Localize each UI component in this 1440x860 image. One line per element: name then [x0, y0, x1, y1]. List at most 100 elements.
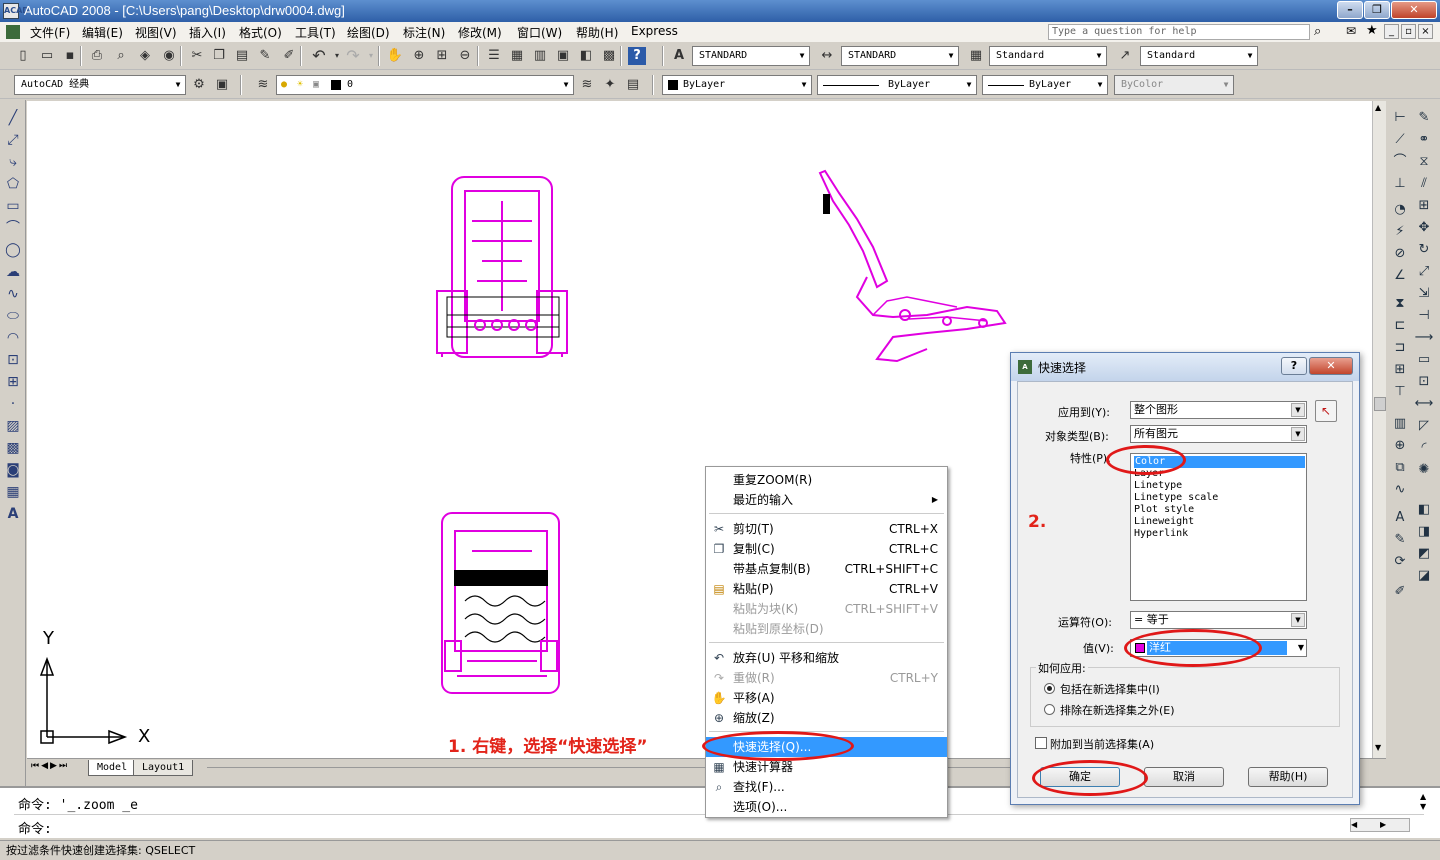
zoom-realtime-icon[interactable]: ⊕	[410, 47, 428, 65]
diameter-icon[interactable]: ⊘	[1390, 244, 1410, 264]
dimension-update-icon[interactable]: ⟳	[1390, 552, 1410, 572]
help-search-input[interactable]: Type a question for help	[1048, 24, 1310, 40]
workspace-settings-icon[interactable]: ⚙	[190, 76, 208, 94]
scale-icon[interactable]: ⤢	[1414, 262, 1434, 282]
doc-minimize-button[interactable]: _	[1384, 24, 1399, 39]
stretch-icon[interactable]: ⇲	[1414, 284, 1434, 304]
document-icon[interactable]	[6, 25, 20, 39]
list-item[interactable]: Plot style	[1134, 504, 1194, 516]
arc-icon[interactable]: ⌒	[3, 218, 23, 238]
command-hscroll[interactable]: ◀ ▶	[1350, 818, 1410, 832]
aligned-dimension-icon[interactable]: ⟋	[1390, 130, 1410, 150]
menu-item-undo[interactable]: ↶ 放弃(U) 平移和缩放	[706, 648, 947, 668]
dimension-break-icon[interactable]: ⊤	[1390, 382, 1410, 402]
jogged-linear-icon[interactable]: ∿	[1390, 480, 1410, 500]
list-item[interactable]: Linetype scale	[1134, 492, 1218, 504]
region-icon[interactable]: ◙	[3, 460, 23, 480]
properties-icon[interactable]: ☰	[485, 47, 503, 65]
cut-icon[interactable]: ✂	[188, 47, 206, 65]
menu-insert[interactable]: 插入(I)	[189, 24, 226, 41]
plotstyle-select[interactable]: ByColor ▼	[1114, 75, 1234, 95]
search-icon[interactable]: ⌕	[1314, 24, 1321, 39]
make-block-icon[interactable]: ⊞	[3, 372, 23, 392]
3d-dwf-icon[interactable]: ◉	[160, 47, 178, 65]
dim-style-select[interactable]: STANDARD ▼	[841, 46, 959, 66]
text-style-select[interactable]: STANDARD ▼	[692, 46, 810, 66]
object-type-select[interactable]: 所有图元 ▼	[1130, 425, 1307, 443]
mtext-icon[interactable]: A	[3, 504, 23, 524]
redo-icon[interactable]: ↷	[344, 47, 362, 65]
plot-icon[interactable]: ⎙	[88, 47, 106, 65]
line-icon[interactable]: ╱	[3, 108, 23, 128]
pan-realtime-icon[interactable]: ✋	[386, 47, 404, 65]
menu-item-quickcalc[interactable]: ▦ 快速计算器	[706, 757, 947, 777]
draworder-above-icon[interactable]: ◩	[1414, 544, 1434, 564]
menu-item-redo[interactable]: ↷ 重做(R) CTRL+Y	[706, 668, 947, 688]
rotate-icon[interactable]: ↻	[1414, 240, 1434, 260]
layer-select[interactable]: ● ☀ ▣ 0 ▼	[276, 75, 574, 95]
offset-icon[interactable]: ⫽	[1414, 174, 1434, 194]
menu-tools[interactable]: 工具(T)	[295, 24, 336, 41]
menu-express[interactable]: Express	[631, 24, 678, 38]
center-mark-icon[interactable]: ⊕	[1390, 436, 1410, 456]
block-editor-icon[interactable]: ✐	[280, 47, 298, 65]
polygon-icon[interactable]: ⬠	[3, 174, 23, 194]
menu-window[interactable]: 窗口(W)	[517, 24, 562, 41]
list-item[interactable]: Hyperlink	[1134, 528, 1188, 540]
menu-edit[interactable]: 编辑(E)	[82, 24, 123, 41]
tab-navigation-icon[interactable]: ⏮◀▶⏭	[31, 761, 69, 771]
menu-item-copy-base[interactable]: 带基点复制(B) CTRL+SHIFT+C	[706, 559, 947, 579]
menu-item-repeat-zoom[interactable]: 重复ZOOM(R)	[706, 470, 947, 490]
polyline-icon[interactable]: ⤷	[3, 152, 23, 172]
continue-icon[interactable]: ⊐	[1390, 338, 1410, 358]
apply-to-select[interactable]: 整个图形 ▼	[1130, 401, 1307, 419]
rectangle-icon[interactable]: ▭	[3, 196, 23, 216]
lineweight-select[interactable]: ByLayer ▼	[982, 75, 1108, 95]
menu-item-pan[interactable]: ✋ 平移(A)	[706, 688, 947, 708]
doc-close-button[interactable]: ×	[1418, 24, 1433, 39]
move-icon[interactable]: ✥	[1414, 218, 1434, 238]
chamfer-icon[interactable]: ◸	[1414, 416, 1434, 436]
plot-preview-icon[interactable]: ⌕	[112, 47, 130, 65]
menu-item-find[interactable]: ⌕ 查找(F)...	[706, 777, 947, 797]
dialog-help-button[interactable]: ?	[1281, 357, 1307, 375]
ordinate-icon[interactable]: ⊥	[1390, 174, 1410, 194]
cancel-button[interactable]: 取消	[1144, 767, 1224, 787]
table-icon[interactable]: ▦	[3, 482, 23, 502]
trim-icon[interactable]: ⊣	[1414, 306, 1434, 326]
design-center-icon[interactable]: ▦	[508, 47, 526, 65]
angular-icon[interactable]: ∠	[1390, 266, 1410, 286]
workspace-save-icon[interactable]: ▣	[213, 76, 231, 94]
circle-icon[interactable]: ◯	[3, 240, 23, 260]
close-button[interactable]: ✕	[1391, 1, 1437, 19]
menu-draw[interactable]: 绘图(D)	[347, 24, 390, 41]
mleader-style-select[interactable]: Standard ▼	[1140, 46, 1258, 66]
menu-help[interactable]: 帮助(H)	[576, 24, 618, 41]
dialog-help-text-button[interactable]: 帮助(H)	[1248, 767, 1328, 787]
linetype-select[interactable]: ByLayer ▼	[817, 75, 977, 95]
tolerance-icon[interactable]: ▥	[1390, 414, 1410, 434]
menu-item-zoom[interactable]: ⊕ 缩放(Z)	[706, 708, 947, 728]
insert-block-icon[interactable]: ⊡	[3, 350, 23, 370]
ellipse-icon[interactable]: ⬭	[3, 306, 23, 326]
maximize-button[interactable]: ❐	[1364, 1, 1390, 19]
menu-item-recent-input[interactable]: 最近的输入 ▶	[706, 490, 947, 510]
paste-icon[interactable]: ▤	[233, 47, 251, 65]
make-current-layer-icon[interactable]: ≋	[578, 76, 596, 94]
draworder-back-icon[interactable]: ◨	[1414, 522, 1434, 542]
undo-icon[interactable]: ↶	[310, 47, 328, 65]
table-style-icon[interactable]: ▦	[967, 47, 985, 65]
dimension-style-icon[interactable]: ✐	[1390, 582, 1410, 602]
menu-file[interactable]: 文件(F)	[30, 24, 70, 41]
dim-style-icon[interactable]: ↔	[818, 47, 836, 65]
draworder-front-icon[interactable]: ◧	[1414, 500, 1434, 520]
layer-states-icon[interactable]: ▤	[624, 76, 642, 94]
arc-length-icon[interactable]: ⌒	[1390, 152, 1410, 172]
menu-view[interactable]: 视图(V)	[135, 24, 177, 41]
dimension-space-icon[interactable]: ⊞	[1390, 360, 1410, 380]
point-icon[interactable]: ·	[3, 394, 23, 414]
layer-previous-icon[interactable]: ✦	[601, 76, 619, 94]
list-item[interactable]: Linetype	[1134, 480, 1182, 492]
baseline-icon[interactable]: ⊏	[1390, 316, 1410, 336]
append-checkbox[interactable]	[1035, 737, 1047, 749]
